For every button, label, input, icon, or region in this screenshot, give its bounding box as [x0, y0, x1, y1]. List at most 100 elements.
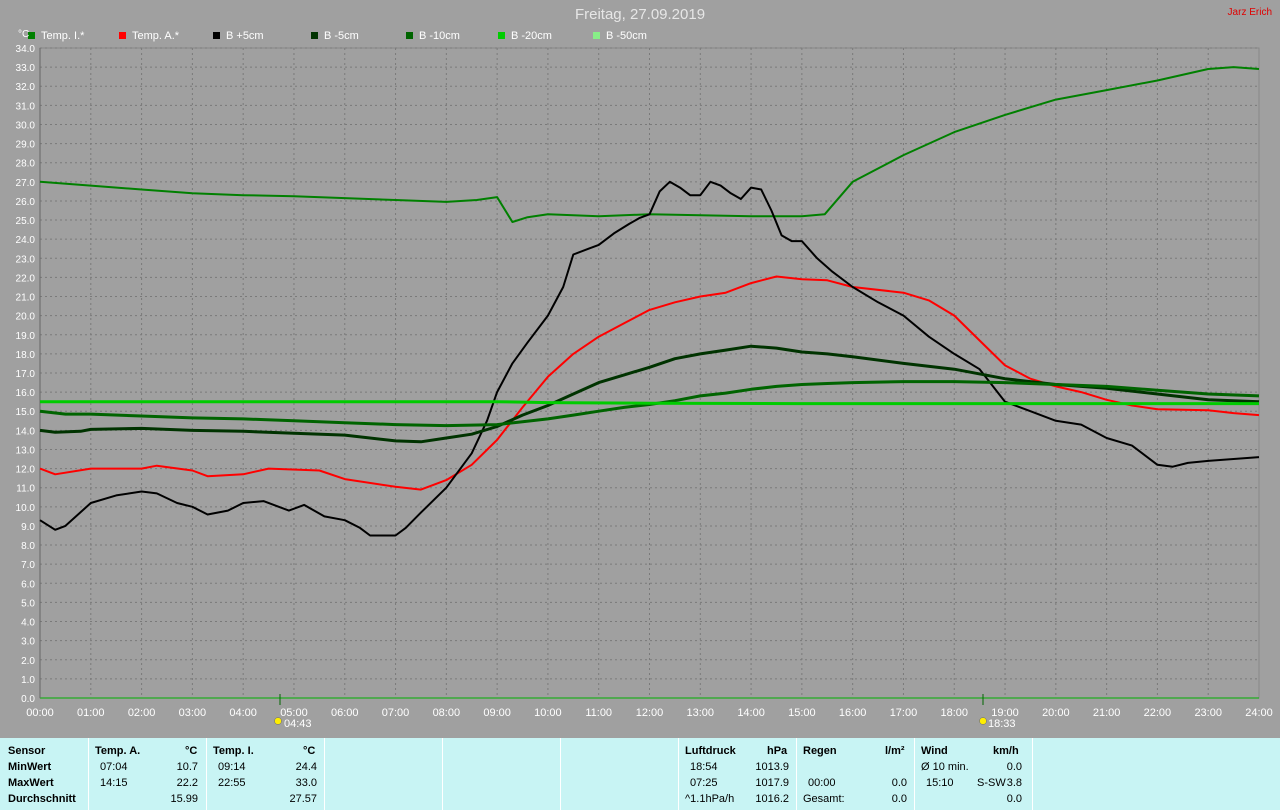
x-tick-label: 08:00: [433, 707, 461, 719]
x-tick-label: 09:00: [483, 707, 511, 719]
y-tick-label: 15.0: [16, 407, 36, 418]
rain-time: 00:00: [808, 777, 836, 789]
y-tick-label: 25.0: [16, 216, 36, 227]
rain-total: 0.0: [891, 793, 907, 805]
x-tick-label: 13:00: [687, 707, 715, 719]
stats-divider: [678, 738, 679, 810]
temperature-chart: °C 00:00 01:00 02:00 03:00 04:00 05:00 06:00 07…: [16, 29, 1273, 730]
pressure-max: 1017.9: [755, 777, 789, 789]
y-tick-label: 16.0: [16, 388, 36, 399]
y-tick-label: 8.0: [21, 541, 35, 552]
x-tick-label: 10:00: [534, 707, 562, 719]
x-tick-label: 04:00: [229, 707, 257, 719]
sunset-time: 18:33: [988, 718, 1016, 730]
sunset-icon: [979, 717, 987, 725]
rain-header: Regen: [803, 745, 837, 757]
temp-a-unit: °C: [185, 745, 198, 757]
y-tick-label: 13.0: [16, 445, 36, 456]
temp-a-avg: 15.99: [170, 793, 198, 805]
pressure-min-time: 18:54: [690, 761, 718, 773]
wind-avg-label: Ø 10 min.: [921, 761, 969, 773]
row-label-min: MinWert: [8, 761, 52, 773]
x-tick-label: 03:00: [179, 707, 207, 719]
temp-i-max-time: 22:55: [218, 777, 246, 789]
stats-divider: [796, 738, 797, 810]
stats-panel: Sensor MinWert MaxWert Durchschnitt Temp…: [0, 738, 1280, 810]
y-tick-label: 3.0: [21, 637, 35, 648]
x-tick-label: 17:00: [890, 707, 918, 719]
y-tick-label: 23.0: [16, 254, 36, 265]
rain-max: 0.0: [891, 777, 907, 789]
temp-i-unit: °C: [303, 745, 316, 757]
y-tick-label: 6.0: [21, 579, 35, 590]
rain-total-label: Gesamt:: [803, 793, 845, 805]
y-tick-label: 33.0: [16, 63, 36, 74]
x-tick-label: 06:00: [331, 707, 359, 719]
y-tick-label: 30.0: [16, 120, 36, 131]
x-tick-label: 01:00: [77, 707, 105, 719]
pressure-avg: 1016.2: [755, 793, 789, 805]
pressure-max-time: 07:25: [690, 777, 718, 789]
temp-a-max: 22.2: [176, 777, 198, 789]
wind-unit: km/h: [993, 745, 1019, 757]
sensor-header: Sensor: [8, 745, 46, 757]
y-unit-label: °C: [18, 29, 29, 40]
pressure-unit: hPa: [767, 745, 788, 757]
wind-avg: 0.0: [1006, 761, 1022, 773]
pressure-min: 1013.9: [755, 761, 789, 773]
x-tick-label: 12:00: [636, 707, 664, 719]
y-tick-label: 14.0: [16, 426, 36, 437]
pressure-trend: ^1.1hPa/h: [685, 793, 735, 805]
y-tick-label: 1.0: [21, 675, 35, 686]
x-tick-label: 00:00: [26, 707, 54, 719]
y-tick-label: 26.0: [16, 197, 36, 208]
y-tick-label: 18.0: [16, 350, 36, 361]
y-axis-labels: 0.0 1.0 2.0 3.0 4.0 5.0 6.0 7.0 8.0 9.0 10.0 11.0 12…: [16, 44, 36, 705]
stats-divider: [442, 738, 443, 810]
x-tick-label: 16:00: [839, 707, 867, 719]
y-tick-label: 31.0: [16, 101, 36, 112]
stats-divider: [88, 738, 89, 810]
x-axis-labels: 00:00 01:00 02:00 03:00 04:00 05:00 06:00 07:00…: [26, 707, 1273, 719]
y-tick-label: 11.0: [16, 484, 35, 495]
stats-divider: [914, 738, 915, 810]
rain-unit: l/m²: [885, 745, 905, 757]
temp-i-min: 24.4: [295, 761, 317, 773]
y-tick-label: 28.0: [16, 159, 36, 170]
y-tick-label: 5.0: [21, 598, 35, 609]
wind-direction: S-SW: [977, 777, 1006, 789]
y-tick-label: 34.0: [16, 44, 36, 55]
y-tick-label: 27.0: [16, 178, 36, 189]
temp-a-header: Temp. A.: [95, 745, 141, 757]
stats-divider: [324, 738, 325, 810]
stats-divider: [1032, 738, 1033, 810]
y-tick-label: 32.0: [16, 82, 36, 93]
y-tick-label: 19.0: [16, 331, 36, 342]
y-tick-label: 4.0: [21, 618, 35, 629]
y-tick-label: 9.0: [21, 522, 35, 533]
temp-a-min: 10.7: [176, 761, 198, 773]
x-tick-label: 22:00: [1144, 707, 1172, 719]
temp-i-min-time: 09:14: [218, 761, 246, 773]
x-tick-label: 07:00: [382, 707, 410, 719]
row-label-avg: Durchschnitt: [8, 793, 76, 805]
stats-divider: [560, 738, 561, 810]
temp-a-min-time: 07:04: [100, 761, 128, 773]
stats-divider: [206, 738, 207, 810]
chart-series: [39, 66, 1260, 537]
wind-max: 3.8: [1006, 777, 1022, 789]
y-tick-label: 24.0: [16, 235, 36, 246]
x-tick-label: 14:00: [737, 707, 765, 719]
y-tick-label: 22.0: [16, 273, 36, 284]
wind-header: Wind: [921, 745, 948, 757]
x-tick-label: 15:00: [788, 707, 816, 719]
pressure-header: Luftdruck: [685, 745, 736, 757]
temp-i-header: Temp. I.: [213, 745, 254, 757]
sunrise-icon: [274, 717, 282, 725]
wind-max-time: 15:10: [926, 777, 954, 789]
y-tick-label: 7.0: [21, 560, 35, 571]
row-label-max: MaxWert: [8, 777, 54, 789]
x-tick-label: 23:00: [1194, 707, 1222, 719]
y-tick-label: 17.0: [16, 369, 36, 380]
y-tick-label: 20.0: [16, 312, 36, 323]
